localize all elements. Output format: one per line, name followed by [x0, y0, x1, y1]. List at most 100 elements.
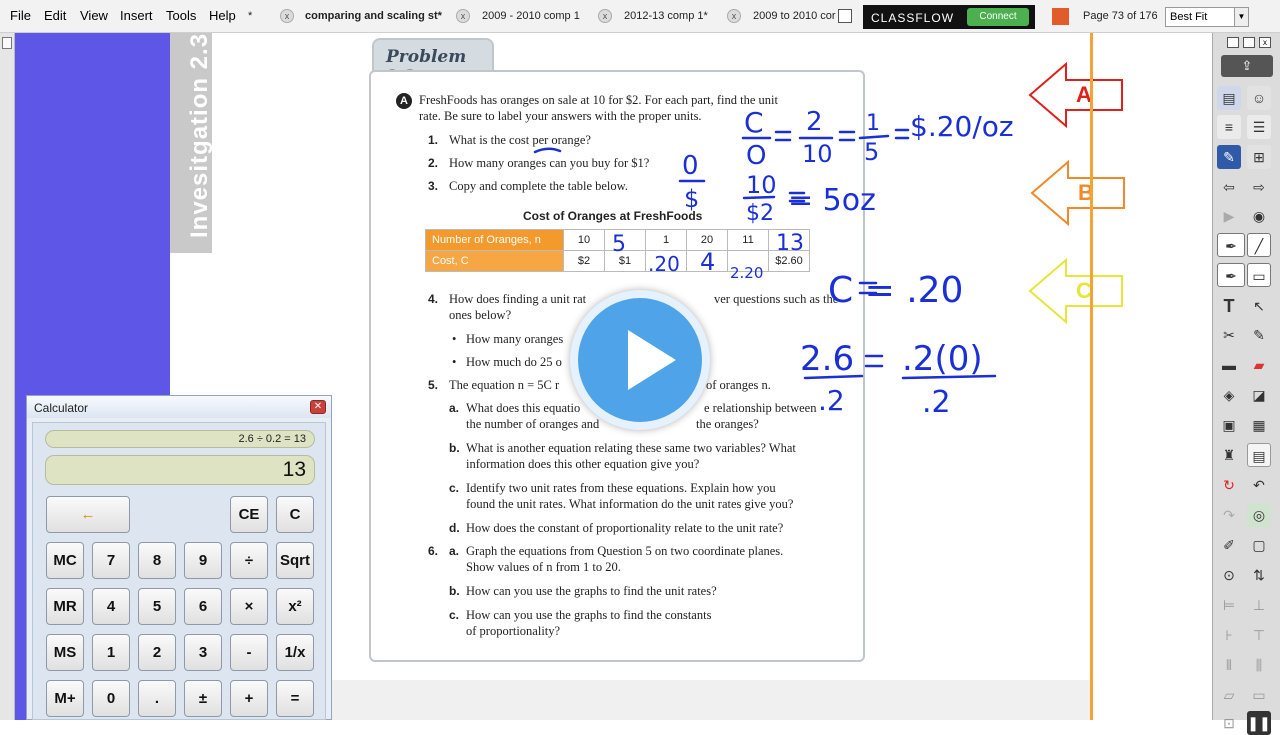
- play-button[interactable]: [570, 290, 710, 430]
- connector-icon[interactable]: ▦: [1247, 413, 1271, 437]
- play-flipchart-icon[interactable]: ▶: [1217, 204, 1241, 228]
- square-button[interactable]: x²: [276, 588, 314, 625]
- magic-ink-icon[interactable]: ⊙: [1217, 563, 1241, 587]
- menu-view[interactable]: View: [80, 8, 108, 23]
- memory-clear-button[interactable]: MC: [46, 542, 84, 579]
- order-icon[interactable]: ⫼: [1247, 653, 1271, 677]
- memory-add-button[interactable]: M+: [46, 680, 84, 717]
- digit-2-button[interactable]: 2: [138, 634, 176, 671]
- pen-tool-icon[interactable]: ✒: [1217, 233, 1245, 257]
- flipchart-icon[interactable]: ▤: [1217, 86, 1241, 110]
- eraser-icon[interactable]: ▰: [1247, 353, 1271, 377]
- divide-button[interactable]: ÷: [230, 542, 268, 579]
- menu-file[interactable]: File: [10, 8, 31, 23]
- fill-icon[interactable]: ◈: [1217, 383, 1241, 407]
- flipchart-icon[interactable]: [1052, 8, 1069, 25]
- browser-icon[interactable]: ◉: [1247, 204, 1271, 228]
- ungroup-icon[interactable]: ▭: [1247, 683, 1271, 707]
- tab-2012-13-comp1[interactable]: 2012-13 comp 1*: [618, 5, 724, 29]
- arrow-b[interactable]: B: [1030, 160, 1128, 226]
- connect-button[interactable]: Connect: [967, 8, 1029, 26]
- properties-icon[interactable]: ☰: [1247, 115, 1271, 139]
- clear-entry-button[interactable]: CE: [230, 496, 268, 533]
- calculator-icon[interactable]: ▤: [1247, 443, 1271, 467]
- shapes-icon[interactable]: ◪: [1247, 383, 1271, 407]
- pen-width-icon[interactable]: ╱: [1247, 233, 1271, 257]
- redo-icon[interactable]: ↷: [1217, 503, 1241, 527]
- sqrt-button[interactable]: Sqrt: [276, 542, 314, 579]
- flip-icon[interactable]: ⇅: [1247, 563, 1271, 587]
- highlighter-icon[interactable]: ✒: [1217, 263, 1245, 287]
- export-icon[interactable]: ⇪: [1221, 55, 1273, 77]
- eraser-preview-icon[interactable]: ▭: [1247, 263, 1271, 287]
- tab-close-icon[interactable]: x: [598, 9, 612, 23]
- arrow-a[interactable]: A: [1028, 62, 1126, 128]
- digit-9-button[interactable]: 9: [184, 542, 222, 579]
- feather-icon[interactable]: ✐: [1217, 533, 1241, 557]
- tab-comparing-scaling[interactable]: comparing and scaling st*: [299, 5, 459, 29]
- reset-icon[interactable]: ↻: [1217, 473, 1241, 497]
- crop-icon[interactable]: ⊞: [1247, 145, 1271, 169]
- digit-3-button[interactable]: 3: [184, 634, 222, 671]
- forward-icon[interactable]: ⇨: [1247, 175, 1271, 199]
- subtract-button[interactable]: -: [230, 634, 268, 671]
- clear-button[interactable]: C: [276, 496, 314, 533]
- spotlight-icon[interactable]: ◎: [1247, 503, 1271, 527]
- chevron-down-icon[interactable]: ▼: [1234, 8, 1248, 26]
- back-icon[interactable]: ⇦: [1217, 175, 1241, 199]
- calculator-window[interactable]: Calculator ✕ 2.6 ÷ 0.2 = 13 13 ← CE C MC…: [26, 395, 332, 720]
- pause-icon[interactable]: ❚❚: [1247, 711, 1271, 735]
- tab-2009-to-2010[interactable]: 2009 to 2010 cor: [747, 5, 837, 29]
- tab-untitled[interactable]: *: [242, 5, 282, 29]
- group-icon[interactable]: ▱: [1217, 683, 1241, 707]
- menu-tools[interactable]: Tools: [166, 8, 196, 23]
- ink-bottle-icon[interactable]: ♜: [1217, 443, 1241, 467]
- menu-insert[interactable]: Insert: [120, 8, 153, 23]
- pen-icon[interactable]: ✎: [1247, 323, 1271, 347]
- tab-close-icon[interactable]: x: [727, 9, 741, 23]
- people-icon[interactable]: ☺: [1247, 86, 1271, 110]
- menu-help[interactable]: Help: [209, 8, 236, 23]
- dock-grip-icon[interactable]: [2, 37, 12, 49]
- tab-close-icon[interactable]: x: [456, 9, 470, 23]
- digit-5-button[interactable]: 5: [138, 588, 176, 625]
- select-arrow-icon[interactable]: ↖: [1247, 294, 1271, 318]
- tab-close-icon[interactable]: x: [280, 9, 294, 23]
- tab-2009-2010-comp1[interactable]: 2009 - 2010 comp 1: [476, 5, 596, 29]
- text-tool-icon[interactable]: T: [1217, 294, 1241, 318]
- calculator-titlebar[interactable]: Calculator ✕: [27, 396, 331, 418]
- digit-1-button[interactable]: 1: [92, 634, 130, 671]
- add-button[interactable]: +: [230, 680, 268, 717]
- close-icon[interactable]: ✕: [310, 400, 326, 414]
- multiply-button[interactable]: ×: [230, 588, 268, 625]
- tools-icon[interactable]: ✂: [1217, 323, 1241, 347]
- digit-0-button[interactable]: 0: [92, 680, 130, 717]
- menu-edit[interactable]: Edit: [44, 8, 66, 23]
- decimal-button[interactable]: .: [138, 680, 176, 717]
- align-center-icon[interactable]: ⊥: [1247, 593, 1271, 617]
- digit-4-button[interactable]: 4: [92, 588, 130, 625]
- camera-icon[interactable]: ▢: [1247, 533, 1271, 557]
- handwriting-icon[interactable]: ✎: [1217, 145, 1241, 169]
- plus-minus-button[interactable]: ±: [184, 680, 222, 717]
- toolbar-minimize-icon[interactable]: [1227, 37, 1239, 48]
- memory-recall-button[interactable]: MR: [46, 588, 84, 625]
- backspace-button[interactable]: ←: [46, 496, 130, 533]
- toolbar-close-icon[interactable]: x: [1259, 37, 1271, 48]
- distribute-icon[interactable]: ⫴: [1217, 653, 1241, 677]
- resources-icon[interactable]: ▣: [1217, 413, 1241, 437]
- digit-6-button[interactable]: 6: [184, 588, 222, 625]
- digit-7-button[interactable]: 7: [92, 542, 130, 579]
- marker-icon[interactable]: ▬: [1217, 353, 1241, 377]
- reciprocal-button[interactable]: 1/x: [276, 634, 314, 671]
- undo-icon[interactable]: ↶: [1247, 473, 1271, 497]
- align-left-icon[interactable]: ⊨: [1217, 593, 1241, 617]
- tab-list-icon[interactable]: [838, 9, 852, 23]
- digit-8-button[interactable]: 8: [138, 542, 176, 579]
- toolbar-grid-icon[interactable]: [1243, 37, 1255, 48]
- align-bottom-icon[interactable]: ⊦: [1217, 623, 1241, 647]
- arrow-c[interactable]: C: [1028, 258, 1126, 324]
- align-top-icon[interactable]: ⊤: [1247, 623, 1271, 647]
- equals-button[interactable]: =: [276, 680, 314, 717]
- lock-icon[interactable]: ⊡: [1217, 711, 1241, 735]
